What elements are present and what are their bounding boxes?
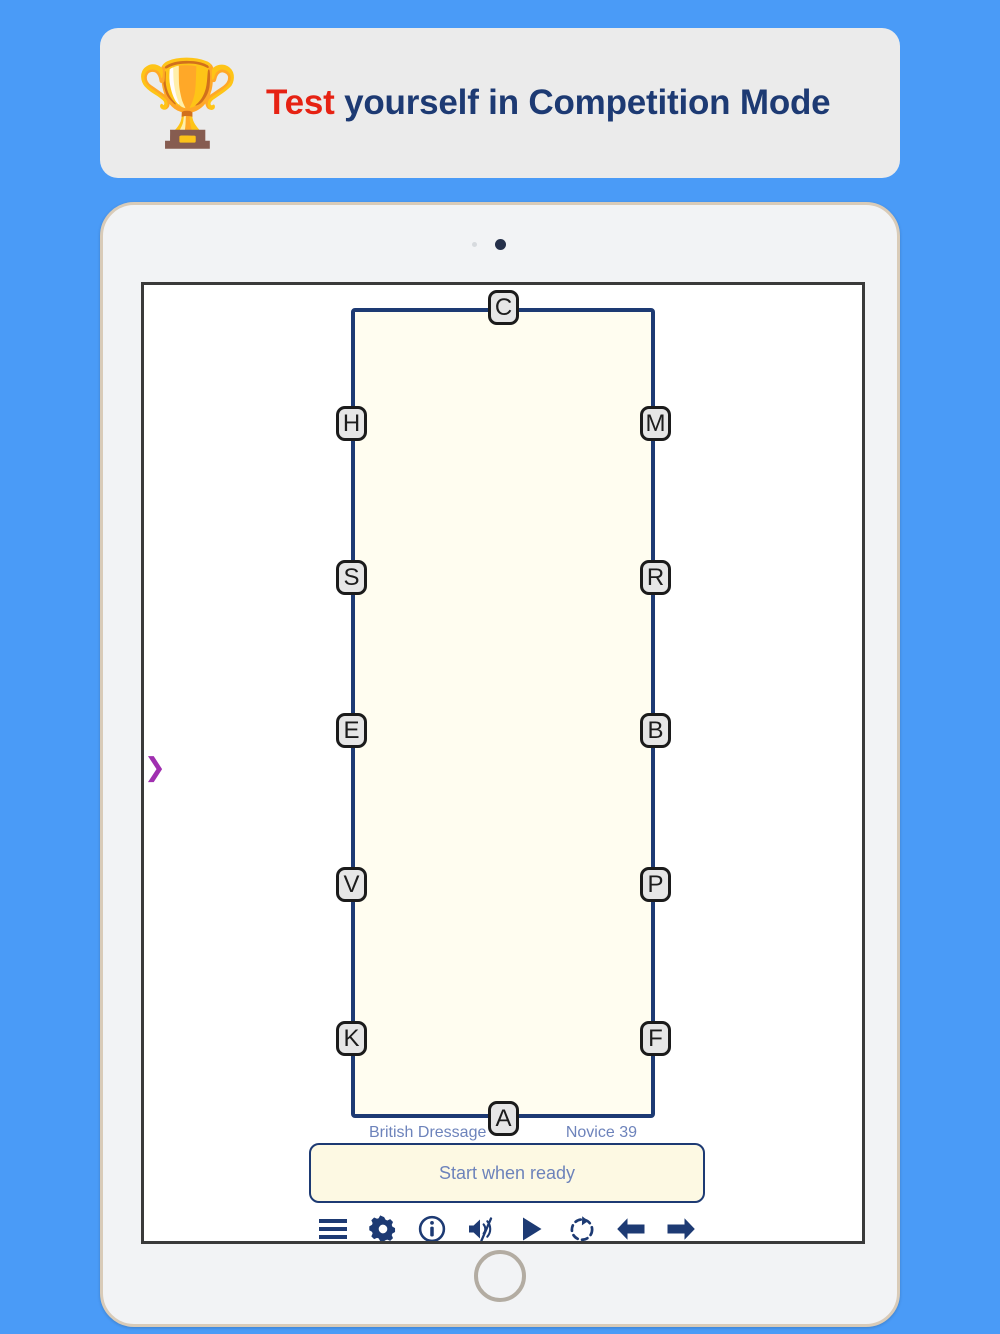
promo-headline-accent: Test [266, 83, 335, 122]
caption-test-name: Novice 39 [565, 1124, 637, 1141]
front-camera-icon [495, 239, 506, 250]
arena-marker-s[interactable]: S [336, 560, 367, 595]
promo-headline: Test yourself in Competition Mode [266, 83, 831, 123]
caption-organisation: British Dressage [369, 1124, 487, 1141]
ambient-sensor-icon [472, 242, 477, 247]
promo-headline-rest: yourself in Competition Mode [334, 83, 831, 122]
promo-banner: 🏆 Test yourself in Competition Mode [100, 28, 900, 178]
home-button[interactable] [474, 1250, 526, 1302]
play-icon[interactable] [512, 1211, 552, 1241]
arena-marker-c[interactable]: C [488, 290, 519, 325]
status-message-box[interactable]: Start when ready [309, 1143, 705, 1203]
arena-marker-p[interactable]: P [640, 867, 671, 902]
trophy-icon: 🏆 [135, 56, 241, 150]
arena-marker-v[interactable]: V [336, 867, 367, 902]
arena-marker-k[interactable]: K [336, 1021, 367, 1056]
arena-marker-f[interactable]: F [640, 1021, 671, 1056]
status-message-text: Start when ready [438, 1162, 576, 1183]
arena-marker-e[interactable]: E [336, 713, 367, 748]
arrow-right-icon[interactable] [661, 1211, 701, 1241]
reset-icon[interactable] [562, 1211, 602, 1241]
player-toolbar [309, 1210, 705, 1241]
arena-marker-m[interactable]: M [640, 406, 671, 441]
tablet-device: ❯ C H S E V K M R B P F A British Dressa… [100, 202, 900, 1327]
dressage-arena-diagram[interactable]: C H S E V K M R B P F A [144, 285, 862, 1241]
arena-marker-r[interactable]: R [640, 560, 671, 595]
arena-marker-b[interactable]: B [640, 713, 671, 748]
arena-marker-a[interactable]: A [488, 1101, 519, 1136]
gear-icon[interactable] [363, 1211, 403, 1241]
arrow-left-icon[interactable] [611, 1211, 651, 1241]
speaker-mute-icon[interactable] [462, 1211, 502, 1241]
tablet-screen: ❯ C H S E V K M R B P F A British Dressa… [141, 282, 865, 1244]
arena-rectangle [351, 308, 655, 1118]
arena-marker-h[interactable]: H [336, 406, 367, 441]
menu-icon[interactable] [313, 1211, 353, 1241]
info-icon[interactable] [412, 1211, 452, 1241]
